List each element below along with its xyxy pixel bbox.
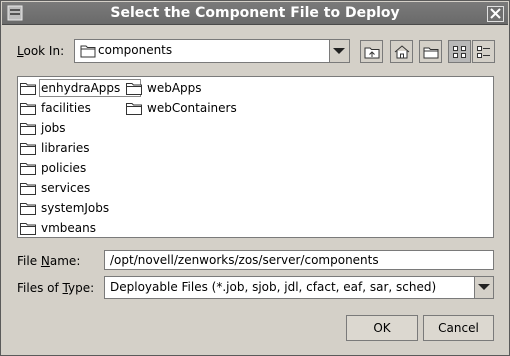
folder-icon [80,45,96,58]
up-folder-icon [364,47,380,59]
home-button[interactable] [390,40,413,63]
look-in-combobox[interactable]: components [74,39,350,63]
list-view-button[interactable] [448,40,471,63]
cancel-button[interactable]: Cancel [423,315,494,341]
details-view-button[interactable] [472,40,495,63]
list-item[interactable]: vmbeans [20,219,120,237]
folder-icon [20,223,36,235]
list-item[interactable]: webApps [126,79,236,97]
folder-icon [126,83,142,95]
list-item[interactable]: policies [20,159,120,177]
title-bar[interactable]: Select the Component File to Deploy [2,2,508,25]
close-icon [490,8,501,19]
file-type-label: Files of Type: [17,281,95,295]
file-name-input[interactable]: /opt/novell/zenworks/zos/server/componen… [104,250,494,270]
chevron-down-icon [333,48,345,54]
home-icon [394,45,410,59]
folder-icon [20,103,36,115]
ok-button[interactable]: OK [346,315,418,341]
list-item[interactable]: services [20,179,120,197]
list-item[interactable]: enhydraApps [20,79,141,97]
list-view-icon [453,46,466,58]
folder-icon [20,203,36,215]
file-name-label: File Name: [17,254,81,268]
new-folder-button[interactable] [419,40,442,63]
folder-icon [20,163,36,175]
file-chooser-dialog: Select the Component File to Deploy Look… [0,0,510,356]
up-one-level-button[interactable] [360,40,383,63]
list-item[interactable]: systemJobs [20,199,120,217]
look-in-label: Look In: [17,44,65,58]
new-folder-icon [423,47,439,59]
folder-icon [126,103,142,115]
list-item[interactable]: jobs [20,119,120,137]
folder-icon [20,183,36,195]
list-item[interactable]: facilities [20,99,120,117]
folder-icon [20,143,36,155]
file-list[interactable]: enhydraApps facilities jobs libraries po… [17,76,494,238]
file-type-dropdown-button[interactable] [474,277,493,298]
folder-icon [20,123,36,135]
list-item[interactable]: libraries [20,139,120,157]
file-type-value: Deployable Files (*.job, sjob, jdl, cfac… [110,280,437,294]
look-in-dropdown-button[interactable] [329,40,349,62]
close-button[interactable] [487,6,504,22]
details-view-icon [477,46,490,58]
folder-icon [20,83,36,95]
file-type-combobox[interactable]: Deployable Files (*.job, sjob, jdl, cfac… [104,276,494,299]
window-title: Select the Component File to Deploy [110,5,400,21]
look-in-value: components [98,43,173,57]
list-item[interactable]: webContainers [126,99,246,117]
chevron-down-icon [478,284,490,290]
